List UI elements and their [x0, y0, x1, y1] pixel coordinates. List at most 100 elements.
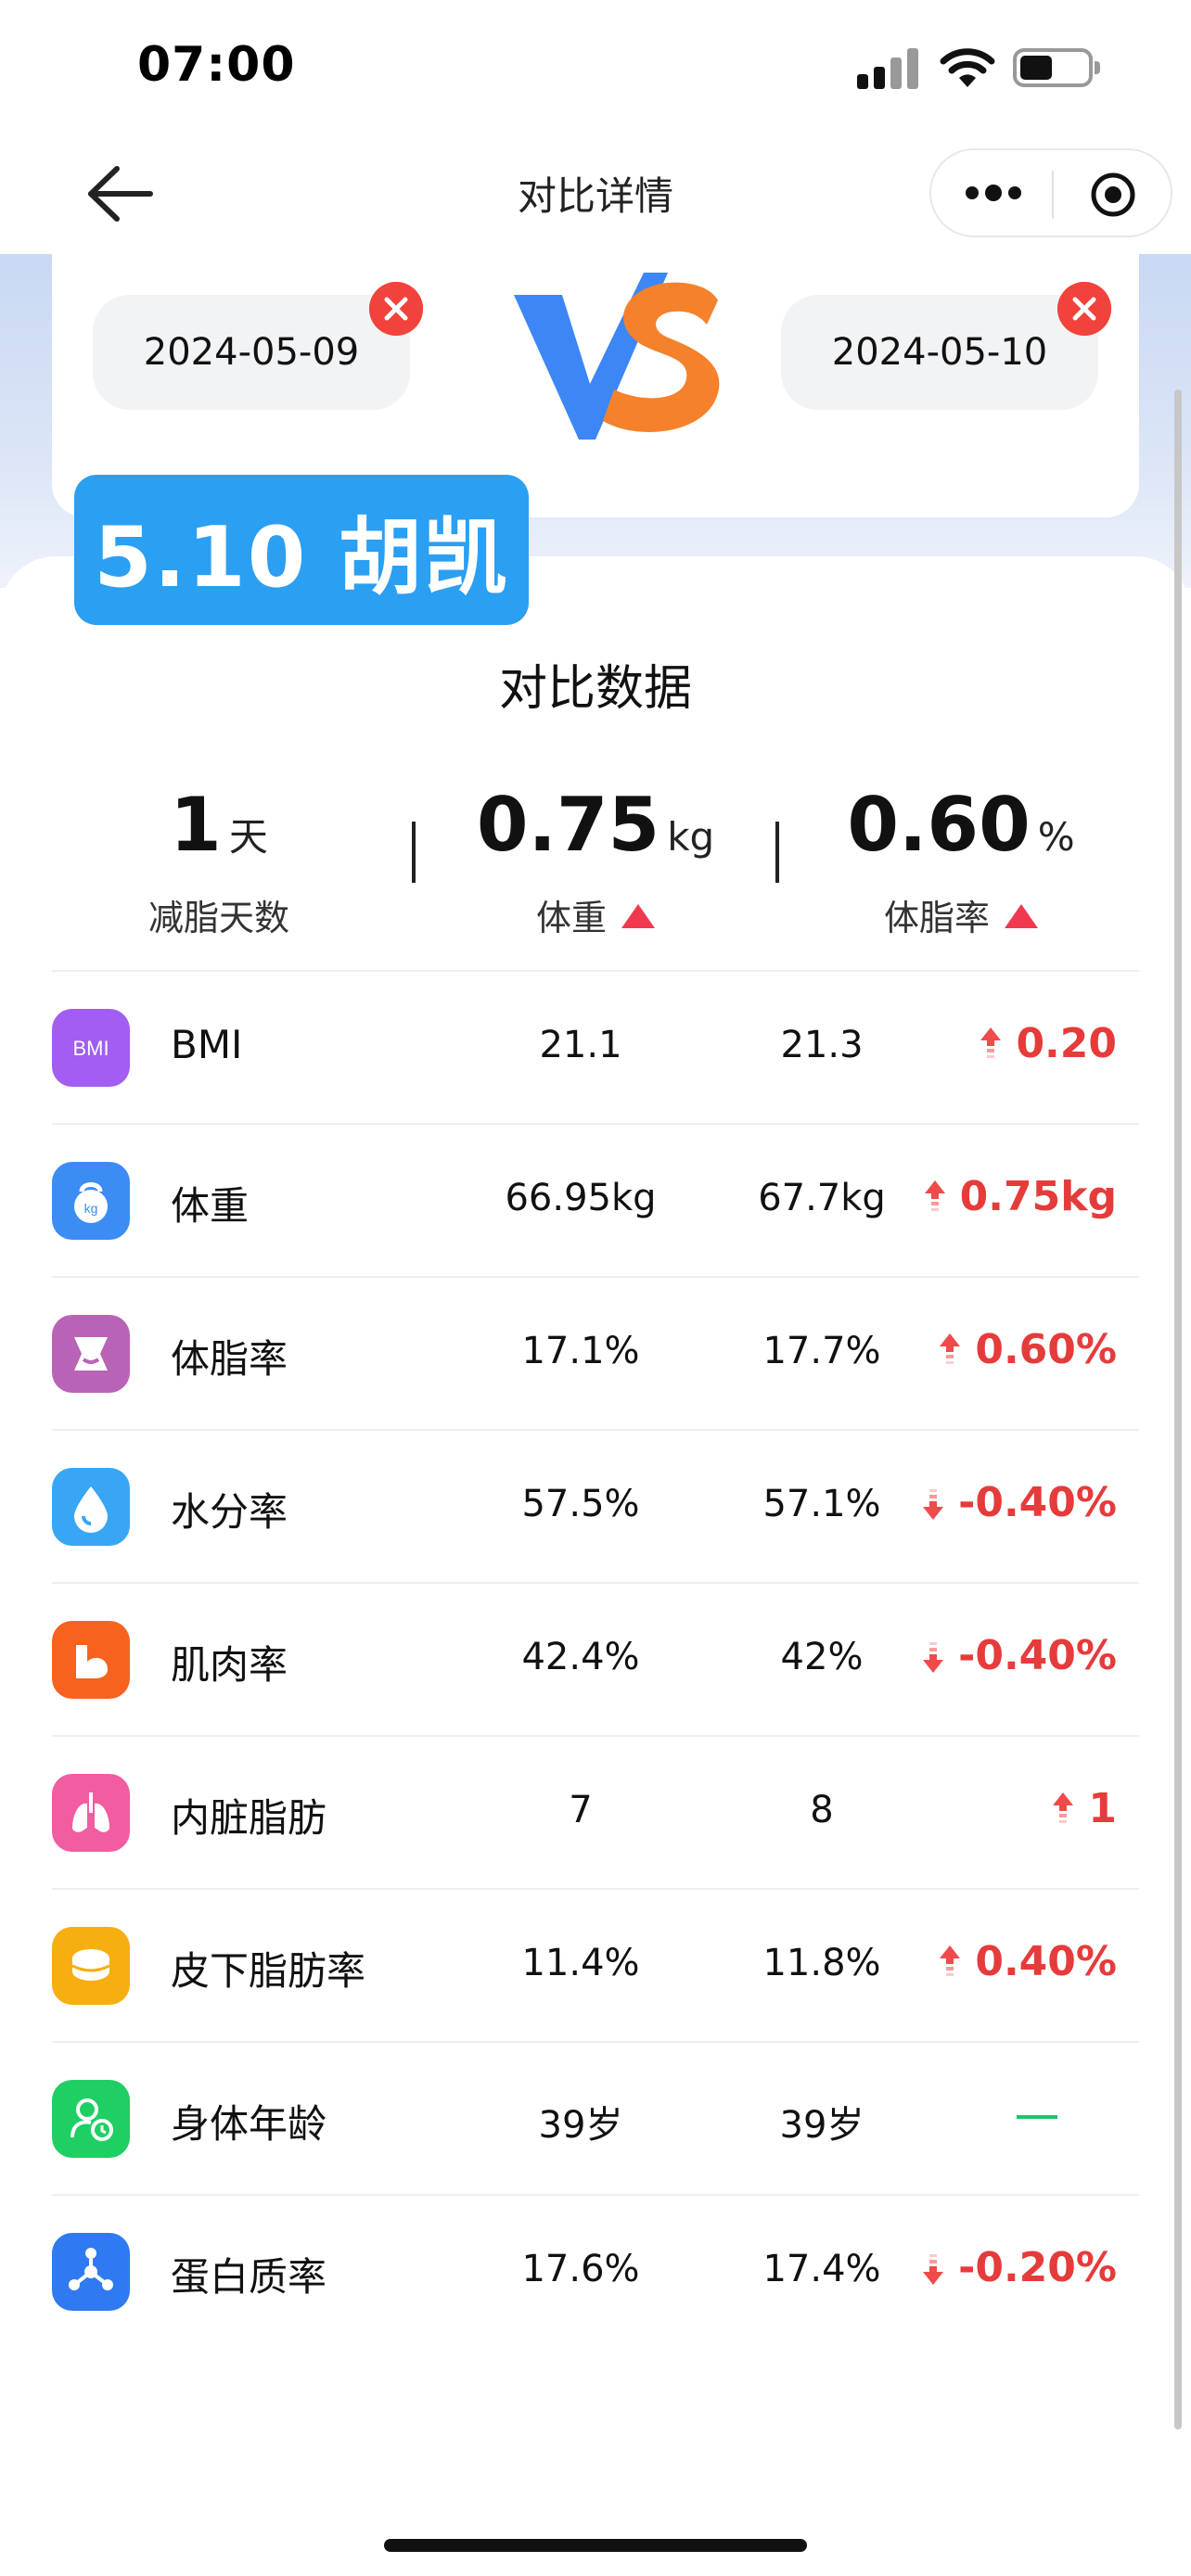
close-icon	[1057, 282, 1111, 336]
metric-diff-value: -0.40%	[958, 1632, 1117, 1679]
metric-diff	[1017, 2091, 1117, 2119]
arrow-up-icon	[980, 1027, 1002, 1058]
metric-diff: 0.60%	[938, 1326, 1117, 1373]
summary-value: 0.75	[476, 782, 660, 868]
body-fat-icon	[52, 1315, 130, 1393]
molecule-icon	[52, 2233, 130, 2311]
metric-diff-value: 0.40%	[975, 1938, 1117, 1985]
left-date-pill[interactable]: 2024-05-09	[93, 282, 423, 410]
metric-diff-value: 1	[1088, 1785, 1117, 1832]
mini-program-capsule	[929, 148, 1172, 237]
fat-layers-icon	[52, 1927, 130, 2005]
arrow-down-icon	[923, 1641, 944, 1673]
close-target-icon[interactable]	[1089, 171, 1137, 219]
metric-name: 身体年龄	[171, 2101, 327, 2147]
metric-row-muscle: 肌肉率 42.4% 42% -0.40%	[52, 1584, 1139, 1737]
metric-value-after: 17.7%	[762, 1330, 881, 1372]
increase-triangle-icon	[621, 904, 655, 928]
arrow-up-icon	[940, 1333, 961, 1364]
summary-body-fat: 0.60% 体脂率	[794, 779, 1128, 940]
close-icon	[369, 282, 423, 336]
water-drop-icon	[52, 1468, 130, 1546]
summary-label: 体脂率	[883, 898, 990, 938]
metric-row-body-fat: 体脂率 17.1% 17.7% 0.60%	[52, 1278, 1139, 1431]
arrow-down-icon	[923, 1488, 944, 1520]
no-change-dash-icon	[1017, 2115, 1057, 2119]
summary-weight: 0.75 kg 体重	[429, 779, 762, 940]
muscle-icon	[52, 1621, 130, 1699]
metric-name: 蛋白质率	[171, 2254, 327, 2300]
battery-icon	[1013, 48, 1100, 87]
signal-icon	[857, 48, 920, 89]
metric-name: 水分率	[171, 1489, 288, 1535]
lungs-icon	[52, 1774, 130, 1852]
metric-diff-value: 0.60%	[975, 1326, 1117, 1373]
metric-diff: -0.20%	[921, 2244, 1117, 2291]
summary-stats: 1天 减脂天数 0.75 kg 体重 0.60% 体脂率	[52, 779, 1139, 946]
metric-row-water: 水分率 57.5% 57.1% -0.40%	[52, 1431, 1139, 1584]
right-date: 2024-05-10	[831, 331, 1048, 374]
bmi-icon: BMI	[52, 1009, 130, 1087]
metric-diff: 0.75kg	[923, 1173, 1117, 1220]
user-tag: 5.10 胡凯	[74, 475, 529, 625]
arrow-down-icon	[923, 2253, 944, 2285]
body-age-icon	[52, 2080, 130, 2158]
metric-name: 内脏脂肪	[171, 1795, 327, 1841]
scrollbar[interactable]	[1174, 389, 1182, 2429]
metric-name: 体脂率	[171, 1336, 288, 1382]
right-date-pill[interactable]: 2024-05-10	[781, 282, 1111, 410]
more-dots-icon[interactable]	[965, 184, 1022, 202]
vs-logo-icon	[514, 273, 720, 440]
capsule-divider	[1052, 171, 1054, 219]
metric-row-subcutaneous-fat: 皮下脂肪率 11.4% 11.8% 0.40%	[52, 1890, 1139, 2043]
metric-row-bmi: BMI BMI 21.1 21.3 0.20	[52, 972, 1139, 1125]
metric-value-after: 11.8%	[762, 1942, 881, 1984]
metric-row-body-age: 身体年龄 39岁 39岁	[52, 2043, 1139, 2196]
arrow-up-icon	[1053, 1792, 1074, 1823]
kettlebell-icon: kg	[52, 1162, 130, 1240]
wifi-icon	[940, 48, 995, 87]
nav-bar: 对比详情	[0, 139, 1191, 254]
home-indicator[interactable]	[384, 2539, 807, 2552]
metric-diff: 0.40%	[938, 1938, 1117, 1985]
arrow-up-icon	[940, 1945, 961, 1976]
metric-diff: 0.20	[979, 1020, 1117, 1067]
metric-row-protein: 蛋白质率 17.6% 17.4% -0.20%	[52, 2196, 1139, 2349]
summary-label: 体重	[535, 898, 607, 938]
metric-diff-value: -0.20%	[958, 2244, 1117, 2291]
section-title: 对比数据	[498, 661, 692, 717]
metric-diff: 1	[1051, 1785, 1117, 1832]
metric-name: 皮下脂肪率	[171, 1948, 366, 1994]
summary-unit: 天	[228, 814, 268, 860]
svg-text:kg: kg	[84, 1201, 98, 1216]
svg-text:BMI: BMI	[72, 1037, 109, 1060]
metric-value-after: 21.3	[780, 1024, 864, 1066]
status-bar: 07:00	[0, 0, 1191, 139]
metric-row-weight: kg 体重 66.95kg 67.7kg 0.75kg	[52, 1125, 1139, 1278]
status-time: 07:00	[137, 37, 296, 93]
metric-diff: -0.40%	[921, 1632, 1117, 1679]
metric-diff-value: 0.20	[1016, 1020, 1117, 1067]
metric-value-after: 8	[810, 1789, 834, 1831]
summary-separator	[775, 822, 779, 883]
remove-left-date-button[interactable]	[369, 282, 423, 336]
metric-name: 肌肉率	[171, 1642, 288, 1688]
metric-row-visceral-fat: 内脏脂肪 7 8 1	[52, 1737, 1139, 1890]
left-date: 2024-05-09	[143, 331, 360, 374]
metric-name: 体重	[171, 1183, 250, 1229]
metric-value-after: 39岁	[779, 2104, 864, 2147]
summary-unit: kg	[667, 814, 715, 860]
summary-unit: %	[1037, 814, 1075, 860]
summary-days: 1天 减脂天数	[52, 779, 386, 940]
summary-separator	[412, 822, 416, 883]
metric-diff-value: -0.40%	[958, 1479, 1117, 1526]
metric-list: BMI BMI 21.1 21.3 0.20 kg 体重 66.95kg 67.…	[52, 972, 1139, 2349]
remove-right-date-button[interactable]	[1057, 282, 1111, 336]
metric-diff: -0.40%	[921, 1479, 1117, 1526]
increase-triangle-icon	[1005, 904, 1038, 928]
metric-diff-value: 0.75kg	[959, 1173, 1117, 1220]
summary-value: 1	[170, 782, 222, 868]
summary-value: 0.60	[847, 782, 1031, 868]
metric-name: BMI	[171, 1022, 243, 1067]
summary-label: 减脂天数	[147, 898, 289, 938]
